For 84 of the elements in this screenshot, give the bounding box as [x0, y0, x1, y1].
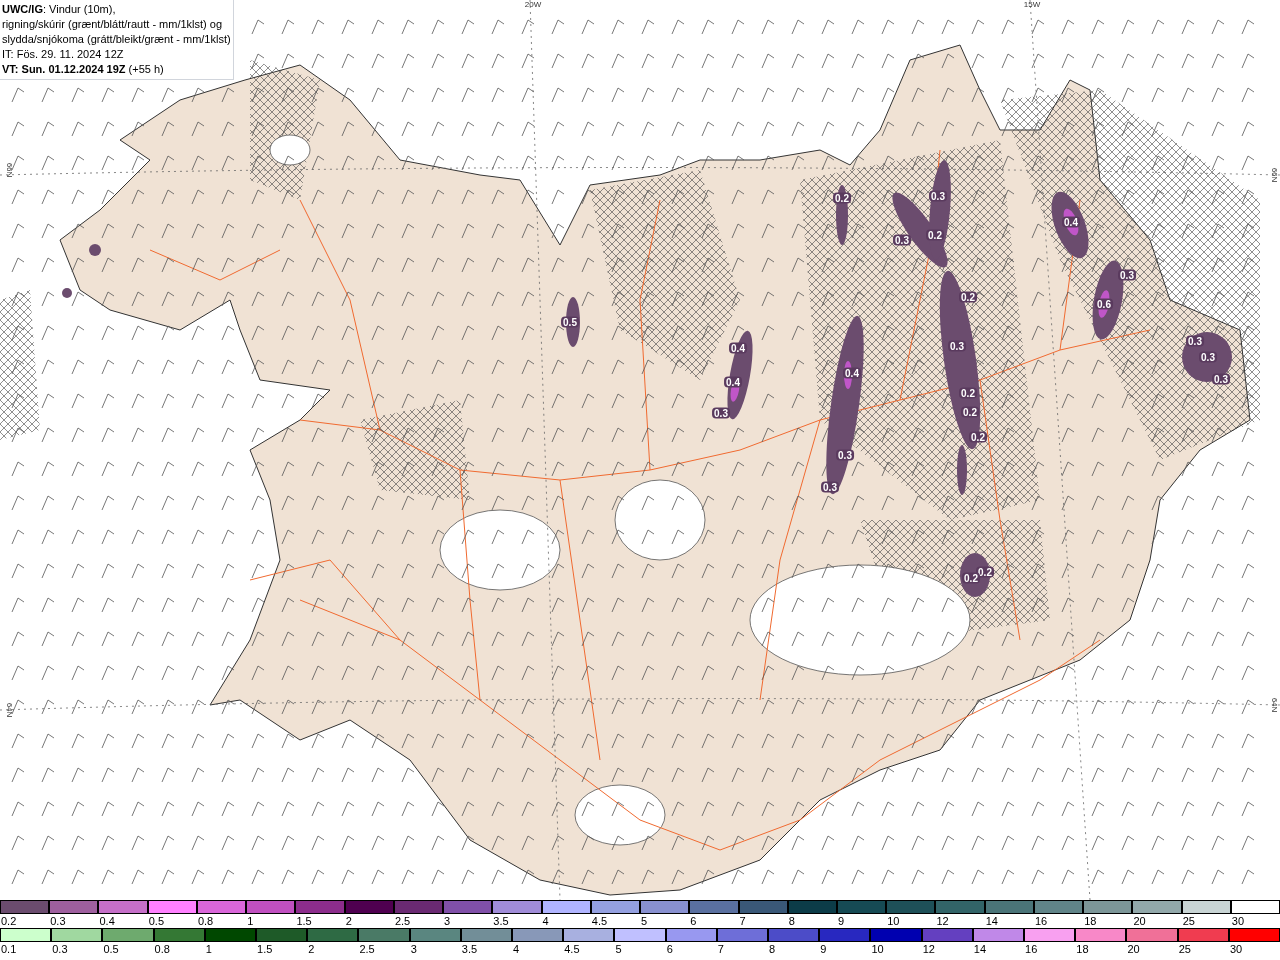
precipitation-value: 0.2 — [961, 406, 979, 418]
legend-label: 0.1 — [0, 942, 18, 956]
legend-label: 0.4 — [98, 914, 116, 928]
legend-label: 0.3 — [51, 942, 69, 956]
legend-label: 8 — [768, 942, 777, 956]
legend-label: 3 — [443, 914, 452, 928]
legend-label: 30 — [1230, 914, 1246, 928]
legend-label: 0.2 — [0, 914, 18, 928]
legend-label: 2 — [344, 914, 353, 928]
legend-label: 7 — [716, 942, 725, 956]
legend-label: 9 — [819, 942, 828, 956]
legend-label: 16 — [1033, 914, 1049, 928]
legend-label: 3.5 — [492, 914, 510, 928]
legend-label: 18 — [1075, 942, 1090, 956]
title-line: IT: Fös. 29. 11. 2024 12Z — [2, 47, 125, 62]
precipitation-value: 0.2 — [926, 229, 944, 241]
precipitation-value: 0.2 — [959, 387, 977, 399]
legend-label: 0.8 — [153, 942, 171, 956]
title-line: slydda/snjókoma (grátt/bleikt/grænt - mm/1klst) — [2, 32, 231, 47]
longitude-label: 20W — [524, 0, 542, 9]
legend-label: 9 — [837, 914, 846, 928]
legend-label: 12 — [921, 942, 936, 956]
legend-label: 14 — [984, 914, 999, 928]
precipitation-value: 0.5 — [561, 316, 579, 328]
precipitation-value: 0.3 — [1186, 335, 1204, 347]
legend-label: 4.5 — [590, 914, 609, 928]
precipitation-value: 0.3 — [948, 340, 966, 352]
latitude-label: 66N — [5, 162, 14, 178]
legend-label: 2.5 — [358, 942, 376, 956]
legend-label: 1 — [246, 914, 255, 928]
legend-label: 25 — [1181, 914, 1196, 928]
legend-label: 20 — [1132, 914, 1147, 928]
legend-label: 30 — [1228, 942, 1244, 956]
precipitation-value: 0.2 — [833, 192, 851, 204]
legend-label: 6 — [665, 942, 674, 956]
precipitation-value: 0.3 — [1199, 351, 1217, 363]
longitude-label: 15W — [1023, 0, 1041, 9]
precipitation-value: 0.3 — [821, 481, 839, 493]
legend-label: 0.5 — [102, 942, 120, 956]
legend-label: 6 — [689, 914, 698, 928]
legend-label: 1.5 — [256, 942, 274, 956]
legend-label: 5 — [614, 942, 623, 956]
precipitation-value: 0.3 — [1212, 373, 1230, 385]
precipitation-value: 0.3 — [836, 449, 854, 461]
legend-label: 12 — [935, 914, 950, 928]
precipitation-value: 0.2 — [969, 431, 987, 443]
precipitation-value: 0.4 — [1062, 216, 1080, 228]
legend-label: 16 — [1024, 942, 1039, 956]
title-line: rigning/skúrir (grænt/blátt/rautt - mm/1klst) og — [2, 17, 224, 32]
precipitation-value: 0.2 — [959, 291, 977, 303]
latitude-label: 66N — [1270, 167, 1279, 183]
legend-label: 10 — [886, 914, 901, 928]
latitude-label: 64N — [1270, 697, 1279, 713]
legend-label: 3 — [409, 942, 418, 956]
precipitation-value: 0.6 — [1095, 298, 1113, 310]
title-line: VT: Sun. 01.12.2024 19Z (+55 h) — [2, 62, 165, 77]
legend-label: 7 — [738, 914, 747, 928]
legend-label: 2.5 — [393, 914, 412, 928]
legend-label: 0.5 — [147, 914, 165, 928]
legend-label: 18 — [1083, 914, 1098, 928]
legend-label: 25 — [1177, 942, 1192, 956]
legend-label: 1.5 — [295, 914, 313, 928]
legend-label: 8 — [787, 914, 796, 928]
legend-label: 14 — [972, 942, 988, 956]
legend-label: 4 — [512, 942, 521, 956]
precipitation-value: 0.3 — [929, 190, 947, 202]
legend-label: 3.5 — [460, 942, 479, 956]
legend-label: 10 — [870, 942, 885, 956]
precipitation-value: 0.4 — [843, 367, 861, 379]
precipitation-value: 0.4 — [729, 342, 747, 354]
precipitation-value: 0.3 — [712, 407, 730, 419]
legend-label: 1 — [204, 942, 213, 956]
latitude-label: 64N — [5, 702, 14, 718]
legend-label: 5 — [640, 914, 649, 928]
legend-label: 4 — [541, 914, 550, 928]
legend-label: 0.8 — [196, 914, 215, 928]
precipitation-value: 0.3 — [1118, 269, 1136, 281]
title-line: UWC/IG: Vindur (10m), — [2, 2, 117, 17]
precipitation-value: 0.4 — [724, 376, 742, 388]
legend-label: 2 — [307, 942, 316, 956]
legend-label: 20 — [1126, 942, 1141, 956]
precipitation-value: 0.3 — [893, 234, 911, 246]
legend-label: 0.3 — [49, 914, 67, 928]
legend-label: 4.5 — [563, 942, 581, 956]
